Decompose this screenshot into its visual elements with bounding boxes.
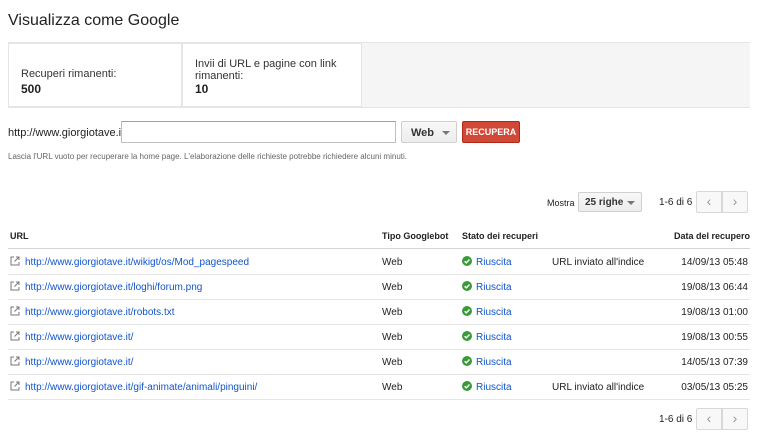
fetch-date: 19/08/13 01:00 [681, 307, 748, 318]
url-input[interactable] [121, 121, 396, 143]
fetch-status-link[interactable]: Riuscita [476, 357, 512, 368]
show-label: Mostra [547, 198, 575, 208]
chevron-right-icon: › [732, 410, 738, 426]
pagination-range-top: 1-6 di 6 [659, 197, 693, 208]
table-row: http://www.giorgiotave.it/gif-animate/an… [8, 375, 750, 400]
column-header-url[interactable]: URL [10, 231, 29, 241]
table-row: http://www.giorgiotave.it/Web Riuscita 14/… [8, 350, 750, 375]
next-page-button-top[interactable]: › [722, 191, 748, 213]
quota-panel: Recuperi rimanenti: 500 Invii di URL e p… [8, 42, 750, 108]
googlebot-type: Web [382, 282, 403, 293]
fetch-status-link[interactable]: Riuscita [476, 382, 512, 393]
url-link[interactable]: http://www.giorgiotave.it/ [25, 357, 133, 368]
remaining-submissions-value: 10 [195, 82, 209, 96]
googlebot-type: Web [382, 382, 403, 393]
fetch-date: 03/05/13 05:25 [681, 382, 748, 393]
rows-per-page-select[interactable]: 25 righe [578, 192, 642, 212]
fetch-date: 19/08/13 00:55 [681, 332, 748, 343]
external-link-icon[interactable] [10, 306, 20, 316]
check-circle-icon [462, 306, 472, 316]
chevron-left-icon: ‹ [706, 193, 712, 209]
next-page-button-bottom[interactable]: › [722, 408, 748, 430]
external-link-icon[interactable] [10, 256, 20, 266]
check-circle-icon [462, 256, 472, 266]
url-prefix: http://www.giorgiotave.it/ [8, 127, 128, 139]
prev-page-button-bottom[interactable]: ‹ [696, 408, 722, 430]
check-circle-icon [462, 331, 472, 341]
header-divider [8, 248, 750, 249]
url-link[interactable]: http://www.giorgiotave.it/loghi/forum.pn… [25, 282, 202, 293]
remaining-fetches-value: 500 [21, 82, 42, 96]
column-header-status[interactable]: Stato dei recuperi [462, 231, 538, 241]
index-submission-status: URL inviato all'indice [552, 257, 645, 268]
url-link[interactable]: http://www.giorgiotave.it/gif-animate/an… [25, 382, 257, 393]
url-link[interactable]: http://www.giorgiotave.it/ [25, 332, 133, 343]
fetch-hint: Lascia l'URL vuoto per recuperare la hom… [8, 152, 407, 161]
external-link-icon[interactable] [10, 331, 20, 341]
chevron-right-icon: › [732, 193, 738, 209]
fetch-status-link[interactable]: Riuscita [476, 332, 512, 343]
fetch-status-link[interactable]: Riuscita [476, 307, 512, 318]
googlebot-type: Web [382, 357, 403, 368]
column-header-googlebot[interactable]: Tipo Googlebot [382, 231, 448, 241]
table-row: http://www.giorgiotave.it/wikigt/os/Mod_… [8, 250, 750, 275]
fetch-status-link[interactable]: Riuscita [476, 282, 512, 293]
remaining-submissions-box: Invii di URL e pagine con link rimanenti… [182, 43, 362, 107]
caret-down-icon [627, 201, 635, 205]
caret-down-icon [442, 131, 450, 135]
check-circle-icon [462, 381, 472, 391]
column-header-date[interactable]: Data del recupero [674, 231, 750, 241]
prev-page-button-top[interactable]: ‹ [696, 191, 722, 213]
googlebot-type: Web [382, 332, 403, 343]
check-circle-icon [462, 281, 472, 291]
url-link[interactable]: http://www.giorgiotave.it/wikigt/os/Mod_… [25, 257, 249, 268]
url-link[interactable]: http://www.giorgiotave.it/robots.txt [25, 307, 175, 318]
pagination-range-bottom: 1-6 di 6 [659, 414, 693, 425]
googlebot-type: Web [382, 257, 403, 268]
remaining-fetches-label: Recuperi rimanenti: [21, 68, 117, 80]
fetch-button[interactable]: RECUPERA [462, 121, 520, 143]
fetch-date: 14/09/13 05:48 [681, 257, 748, 268]
page-title: Visualizza come Google [8, 12, 180, 29]
googlebot-type-value: Web [411, 127, 435, 139]
remaining-submissions-label: Invii di URL e pagine con link rimanenti… [195, 58, 337, 82]
googlebot-type: Web [382, 307, 403, 318]
chevron-left-icon: ‹ [706, 410, 712, 426]
googlebot-type-select[interactable]: Web [401, 121, 457, 143]
table-row: http://www.giorgiotave.it/robots.txt Web R… [8, 300, 750, 325]
external-link-icon[interactable] [10, 281, 20, 291]
table-row: http://www.giorgiotave.it/Web Riuscita 19/… [8, 325, 750, 350]
fetch-date: 14/05/13 07:39 [681, 357, 748, 368]
remaining-fetches-box: Recuperi rimanenti: 500 [8, 43, 182, 107]
external-link-icon[interactable] [10, 356, 20, 366]
fetch-date: 19/08/13 06:44 [681, 282, 748, 293]
fetch-status-link[interactable]: Riuscita [476, 257, 512, 268]
table-row: http://www.giorgiotave.it/loghi/forum.pn… [8, 275, 750, 300]
external-link-icon[interactable] [10, 381, 20, 391]
row-divider [8, 399, 750, 400]
index-submission-status: URL inviato all'indice [552, 382, 645, 393]
check-circle-icon [462, 356, 472, 366]
rows-per-page-value: 25 righe [585, 197, 624, 208]
